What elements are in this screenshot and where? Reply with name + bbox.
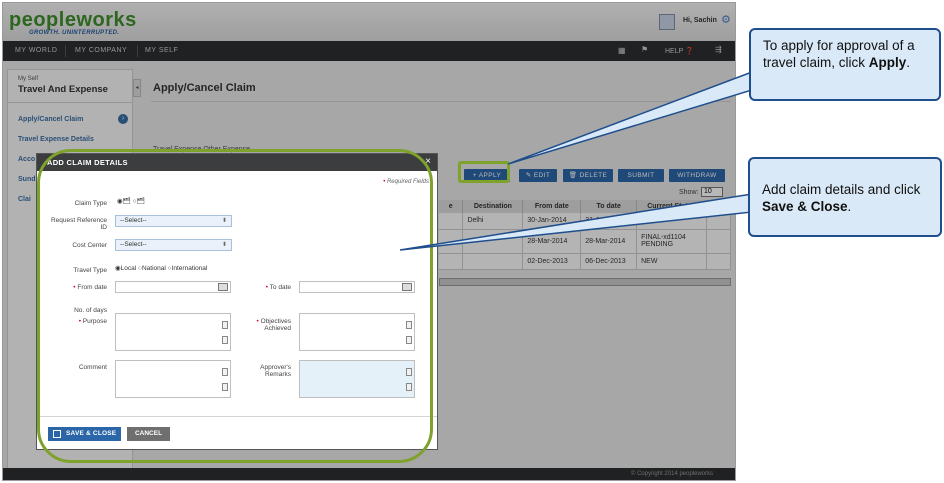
callout-add-text: Add claim details and click (762, 182, 921, 197)
modal-highlight-ring (37, 149, 433, 463)
callout-apply-bold: Apply (868, 55, 907, 70)
callout-apply: To apply for approval of a travel claim,… (749, 28, 941, 101)
apply-highlight-box (458, 161, 510, 183)
callout-add-end: . (847, 199, 852, 214)
callout-add-bold: Save & Close (762, 199, 848, 214)
callout-apply-end: . (906, 55, 911, 70)
callout-add-details: Add claim details and click Save & Close… (748, 157, 942, 237)
